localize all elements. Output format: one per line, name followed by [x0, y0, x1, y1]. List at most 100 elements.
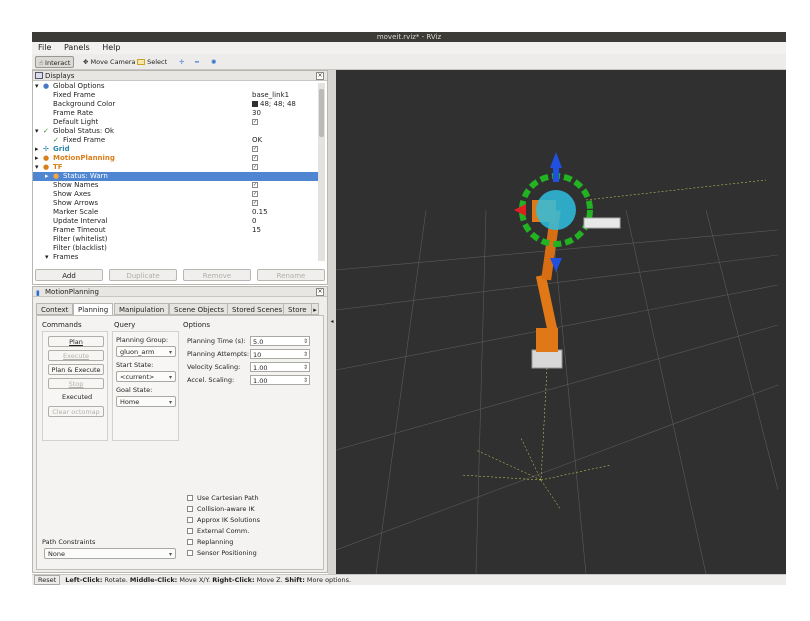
menu-panels[interactable]: Panels — [64, 43, 90, 52]
start-state-select[interactable]: <current> — [116, 371, 176, 383]
tree-value[interactable]: base_link1 — [252, 91, 289, 100]
tree-value-color[interactable]: 48; 48; 48 — [252, 100, 296, 109]
checkbox[interactable]: ✓ — [252, 119, 258, 125]
use-cartesian-path-option[interactable]: Use Cartesian Path — [187, 494, 259, 503]
status-left-key: Left-Click: — [65, 576, 103, 584]
displays-panel: Displays × ▾ ● Global Options Fixed Fram… — [32, 70, 328, 285]
point-icon: ✺ — [211, 58, 217, 66]
checkbox[interactable]: ✓ — [252, 155, 258, 161]
checkbox[interactable] — [187, 528, 193, 534]
commands-heading: Commands — [42, 321, 82, 329]
tree-row[interactable]: ✓ Fixed Frame OK — [33, 136, 319, 145]
tree-row[interactable]: Filter (blacklist) — [33, 244, 319, 253]
tree-row-selected[interactable]: ▸ ● Status: Warn — [33, 172, 319, 181]
menu-file[interactable]: File — [38, 43, 51, 52]
tab-manipulation[interactable]: Manipulation — [114, 303, 170, 315]
checkbox[interactable]: ✓ — [252, 164, 258, 170]
3d-viewport[interactable] — [336, 70, 786, 574]
accel-scaling-spinbox[interactable]: 1.00 — [250, 375, 310, 386]
tree-row[interactable]: Frame Rate 30 — [33, 109, 319, 118]
chevron-down-icon: ▾ — [45, 253, 49, 261]
goal-state-select[interactable]: Home — [116, 396, 176, 408]
select-icon — [137, 59, 145, 65]
tree-row[interactable]: ▸ ✢ Grid ✓ — [33, 145, 319, 154]
close-icon[interactable]: × — [316, 288, 324, 296]
add-button[interactable]: Add — [35, 269, 103, 281]
execute-button[interactable]: Execute — [48, 350, 104, 361]
tab-context[interactable]: Context — [36, 303, 74, 315]
tree-value[interactable]: 0.15 — [252, 208, 268, 217]
velocity-scaling-spinbox[interactable]: 1.00 — [250, 362, 310, 373]
tree-row[interactable]: Frame Timeout 15 — [33, 226, 319, 235]
planning-group-select[interactable]: gluon_arm — [116, 346, 176, 358]
tab-stored-scenes[interactable]: Stored Scenes — [227, 303, 288, 315]
collision-aware-ik-option[interactable]: Collision-aware IK — [187, 505, 255, 514]
clear-octomap-button[interactable]: Clear octomap — [48, 406, 104, 417]
interact-tool-button[interactable]: ☝ Interact — [35, 56, 75, 68]
tree-value[interactable]: 15 — [252, 226, 261, 235]
checkbox[interactable]: ✓ — [252, 191, 258, 197]
tree-value[interactable]: 30 — [252, 109, 261, 118]
color-swatch — [252, 101, 258, 107]
tree-row[interactable]: Marker Scale 0.15 — [33, 208, 319, 217]
tree-row[interactable]: ▾ ● TF ✓ — [33, 163, 319, 172]
external-comm-option[interactable]: External Comm. — [187, 527, 249, 536]
tf-links — [460, 179, 767, 511]
rename-button[interactable]: Rename — [257, 269, 325, 281]
commands-group: Plan Execute Plan & Execute Stop Execute… — [42, 331, 108, 441]
replanning-option[interactable]: Replanning — [187, 538, 233, 547]
tree-row[interactable]: Filter (whitelist) — [33, 235, 319, 244]
remove-button[interactable]: Remove — [183, 269, 251, 281]
reset-button[interactable]: Reset — [34, 575, 61, 585]
plan-and-execute-button[interactable]: Plan & Execute — [48, 364, 104, 375]
tree-row[interactable]: ▸ ● MotionPlanning ✓ — [33, 154, 319, 163]
publish-point-tool-button[interactable]: ✺ — [208, 56, 219, 68]
tree-row[interactable]: ▾ Frames — [33, 253, 319, 262]
checkbox[interactable] — [187, 495, 193, 501]
left-splitter-handle[interactable]: ◂ — [328, 70, 336, 574]
checkbox[interactable]: ✓ — [252, 200, 258, 206]
displays-scrollbar[interactable] — [318, 83, 325, 261]
move-camera-tool-button[interactable]: ✥ Move Camera — [80, 56, 139, 68]
planning-attempts-spinbox[interactable]: 10 — [250, 349, 310, 360]
duplicate-button[interactable]: Duplicate — [109, 269, 177, 281]
approx-ik-option[interactable]: Approx IK Solutions — [187, 516, 260, 525]
menu-help[interactable]: Help — [102, 43, 120, 52]
tab-scroll-right-button[interactable]: ▸ — [311, 303, 319, 315]
tree-row[interactable]: Background Color 48; 48; 48 — [33, 100, 319, 109]
plan-button[interactable]: Plan — [48, 336, 104, 347]
stop-button[interactable]: Stop — [48, 378, 104, 389]
sensor-positioning-option[interactable]: Sensor Positioning — [187, 549, 257, 558]
checkbox[interactable] — [187, 506, 193, 512]
tree-row[interactable]: Default Light ✓ — [33, 118, 319, 127]
warning-icon: ● — [53, 172, 60, 180]
tab-scene-objects[interactable]: Scene Objects — [169, 303, 230, 315]
option-label: Replanning — [197, 538, 234, 546]
close-icon[interactable]: × — [316, 72, 324, 80]
tree-row[interactable]: ▾ ✓ Global Status: Ok — [33, 127, 319, 136]
tree-label: Show Axes — [53, 190, 91, 198]
tree-row[interactable]: Update Interval 0 — [33, 217, 319, 226]
tree-row[interactable]: Show Names ✓ — [33, 181, 319, 190]
path-constraints-select[interactable]: None — [44, 548, 176, 560]
scrollbar-thumb[interactable] — [319, 89, 324, 137]
planning-time-spinbox[interactable]: 5.0 — [250, 336, 310, 347]
tree-row[interactable]: Fixed Frame base_link1 — [33, 91, 319, 100]
select-tool-button[interactable]: Select — [134, 56, 170, 68]
tree-row[interactable]: ▾ ● Global Options — [33, 82, 319, 91]
checkbox[interactable]: ✓ — [252, 146, 258, 152]
measure-tool-button[interactable]: ━ — [192, 56, 202, 68]
tab-store[interactable]: Store — [283, 303, 312, 315]
tree-row[interactable]: Show Arrows ✓ — [33, 199, 319, 208]
hand-icon: ☝ — [39, 59, 43, 67]
tree-row[interactable]: Show Axes ✓ — [33, 190, 319, 199]
checkbox[interactable] — [187, 550, 193, 556]
checkbox[interactable] — [187, 539, 193, 545]
checkbox[interactable]: ✓ — [252, 182, 258, 188]
tree-value[interactable]: 0 — [252, 217, 256, 226]
status-shift-key: Shift: — [284, 576, 305, 584]
checkbox[interactable] — [187, 517, 193, 523]
focus-camera-tool-button[interactable]: ✛ — [176, 56, 187, 68]
scene-render — [336, 152, 778, 574]
window-titlebar: moveit.rviz* - RViz — [32, 32, 786, 42]
